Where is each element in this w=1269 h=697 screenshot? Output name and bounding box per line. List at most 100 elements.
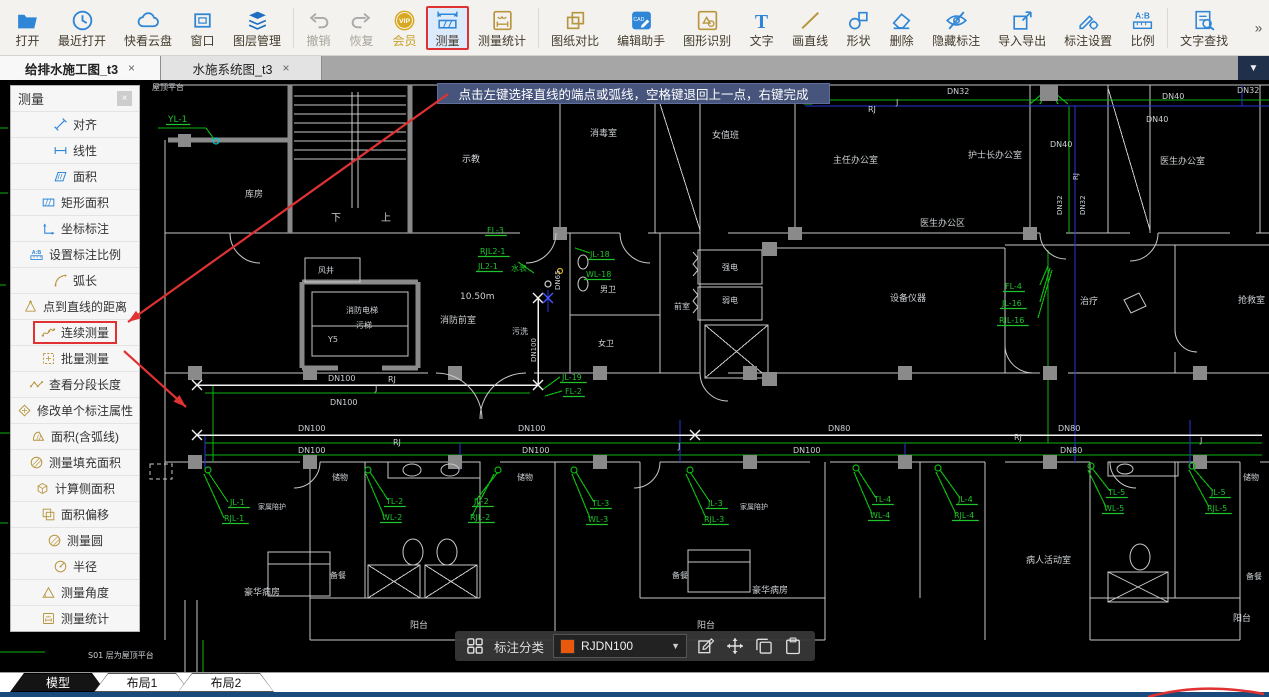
tab-overflow-button[interactable]: ▼ — [1238, 56, 1269, 80]
svg-text:治疗: 治疗 — [1080, 295, 1098, 307]
panel-item-scale-ab[interactable]: A:B 设置标注比例 — [11, 241, 139, 267]
panel-item-label: 矩形面积 — [60, 196, 109, 210]
panel-item-label: 测量圆 — [66, 534, 103, 548]
panel-item-modify[interactable]: 修改单个标注属性 — [11, 397, 139, 423]
copy-annotation-icon[interactable] — [754, 636, 774, 656]
toolbar-button-edit-assistant[interactable]: CAD 编辑助手 — [608, 6, 674, 50]
doc-tab-0[interactable]: 给排水施工图_t3 × — [0, 56, 161, 80]
toolbar-button-undo[interactable]: 撤销 — [297, 6, 340, 50]
annotation-category-dropdown[interactable]: RJDN100 ▼ — [553, 634, 688, 658]
layout-tab-2[interactable]: 布局2 — [178, 673, 274, 692]
close-icon[interactable]: × — [117, 91, 132, 106]
move-annotation-icon[interactable] — [725, 636, 745, 656]
panel-item-angle[interactable]: 测量角度 — [11, 579, 139, 605]
svg-text:DN80: DN80 — [1058, 424, 1080, 433]
grid-icon[interactable] — [465, 636, 485, 656]
hide-ann-icon — [944, 8, 969, 33]
linear-icon — [53, 143, 68, 158]
panel-item-batch[interactable]: 批量测量 — [11, 345, 139, 371]
panel-item-stats[interactable]: 测量统计 — [11, 605, 139, 631]
stats-icon — [41, 611, 56, 626]
toolbar-button-draw-line[interactable]: 画直线 — [783, 6, 837, 50]
toolbar-button-folder[interactable]: 打开 — [6, 6, 49, 50]
layout-tab-label: 布局2 — [179, 674, 273, 691]
toolbar-button-redo[interactable]: 恢复 — [340, 6, 383, 50]
doc-tab-1[interactable]: 水施系统图_t3 × — [161, 56, 322, 80]
toolbar-button-label: 标注设置 — [1064, 33, 1113, 48]
panel-item-align[interactable]: 对齐 — [11, 111, 139, 137]
panel-item-label: 面积(含弧线) — [51, 430, 119, 444]
toolbar-button-measure-stats[interactable]: 测量统计 — [469, 6, 535, 50]
close-icon[interactable]: × — [128, 61, 135, 75]
toolbar-button-layers[interactable]: 图层管理 — [224, 6, 290, 50]
panel-item-linear[interactable]: 线性 — [11, 137, 139, 163]
svg-text:豪华病房: 豪华病房 — [244, 586, 280, 598]
panel-item-radius[interactable]: 半径 — [11, 553, 139, 579]
paste-annotation-icon[interactable] — [783, 636, 803, 656]
svg-text:TL-5: TL-5 — [1107, 488, 1125, 497]
toolbar-button-hide-ann[interactable]: 隐藏标注 — [923, 6, 989, 50]
category-color-swatch — [560, 638, 576, 654]
radius-icon — [53, 559, 68, 574]
toolbar-separator — [1167, 7, 1169, 48]
panel-item-offset[interactable]: 面积偏移 — [11, 501, 139, 527]
doc-tab-label: 给排水施工图_t3 — [24, 62, 119, 77]
svg-text:J: J — [895, 98, 898, 107]
toolbar-button-shape[interactable]: 形状 — [837, 6, 880, 50]
cad-canvas[interactable]: 屋顶平台 YL-1 库房下 上 消毒室 女值班示教 主任办公室 护士长办公室医生办公室医生办公… — [0, 80, 1269, 672]
point-line-icon — [23, 299, 38, 314]
toolbar-button-cloud[interactable]: 快看云盘 — [115, 6, 181, 50]
panel-item-rect-area[interactable]: 矩形面积 — [11, 189, 139, 215]
modify-icon — [17, 403, 32, 418]
svg-text:前室: 前室 — [674, 301, 690, 311]
svg-text:JL-16: JL-16 — [1001, 299, 1022, 308]
svg-text:YL-1: YL-1 — [167, 115, 187, 125]
toolbar-button-vip[interactable]: VIP 会员 — [383, 6, 426, 50]
panel-item-area[interactable]: 面积 — [11, 163, 139, 189]
svg-text:设备仪器: 设备仪器 — [890, 292, 926, 304]
toolbar-button-text-t[interactable]: T 文字 — [740, 6, 783, 50]
svg-text:风井: 风井 — [318, 265, 334, 275]
panel-item-circle-m[interactable]: 测量圆 — [11, 527, 139, 553]
svg-text:男卫: 男卫 — [600, 285, 616, 294]
toolbar-button-eraser[interactable]: 删除 — [880, 6, 923, 50]
svg-text:DN100: DN100 — [530, 338, 538, 362]
toolbar-button-clock[interactable]: 最近打开 — [49, 6, 115, 50]
panel-item-segments[interactable]: 查看分段长度 — [11, 371, 139, 397]
svg-text:RJL-16: RJL-16 — [999, 316, 1024, 325]
edit-annotation-icon[interactable] — [696, 636, 716, 656]
panel-item-continuous[interactable]: 连续测量 — [11, 319, 139, 345]
toolbar-button-shape-recog[interactable]: 图形识别 — [674, 6, 740, 50]
svg-text:RJL-4: RJL-4 — [954, 511, 974, 520]
toolbar-button-compare[interactable]: 图纸对比 — [542, 6, 608, 50]
toolbar-button-more[interactable]: » — [1237, 13, 1269, 42]
toolbar-button-import-export[interactable]: 导入导出 — [989, 6, 1055, 50]
toolbar-button-label: 窗口 — [190, 33, 215, 48]
scale-icon: A:B — [1130, 8, 1155, 33]
svg-text:阳台: 阳台 — [410, 619, 428, 631]
layout-tab-0[interactable]: 模型 — [10, 673, 106, 692]
svg-text:DN40: DN40 — [1162, 92, 1184, 101]
toolbar-button-scale[interactable]: A:B 比例 — [1121, 6, 1164, 50]
svg-text:医生办公区: 医生办公区 — [920, 217, 965, 229]
window-icon — [190, 8, 215, 33]
svg-text:RJL-2: RJL-2 — [470, 513, 490, 522]
measure-icon — [435, 8, 460, 33]
panel-item-label: 弧长 — [72, 274, 97, 288]
panel-item-point-line[interactable]: 点到直线的距离 — [11, 293, 139, 319]
toolbar-button-window[interactable]: 窗口 — [181, 6, 224, 50]
panel-item-side-area[interactable]: 计算侧面积 — [11, 475, 139, 501]
svg-text:»: » — [1255, 21, 1263, 36]
panel-item-area-arc[interactable]: 面积(含弧线) — [11, 423, 139, 449]
panel-item-arc[interactable]: 弧长 — [11, 267, 139, 293]
panel-item-fill-area[interactable]: 测量填充面积 — [11, 449, 139, 475]
close-icon[interactable]: × — [282, 61, 289, 75]
toolbar-button-find-text[interactable]: 文字查找 — [1171, 6, 1237, 50]
chevron-down-icon: ▼ — [1248, 62, 1259, 74]
layout-tab-1[interactable]: 布局1 — [94, 673, 190, 692]
toolbar-button-ann-settings[interactable]: 标注设置 — [1055, 6, 1121, 50]
annotation-category-label: 标注分类 — [494, 640, 545, 655]
toolbar-button-measure[interactable]: 测量 — [426, 5, 470, 50]
layout-tabbar: 模型 布局1 布局2 — [0, 672, 1269, 692]
panel-item-coord[interactable]: 坐标标注 — [11, 215, 139, 241]
